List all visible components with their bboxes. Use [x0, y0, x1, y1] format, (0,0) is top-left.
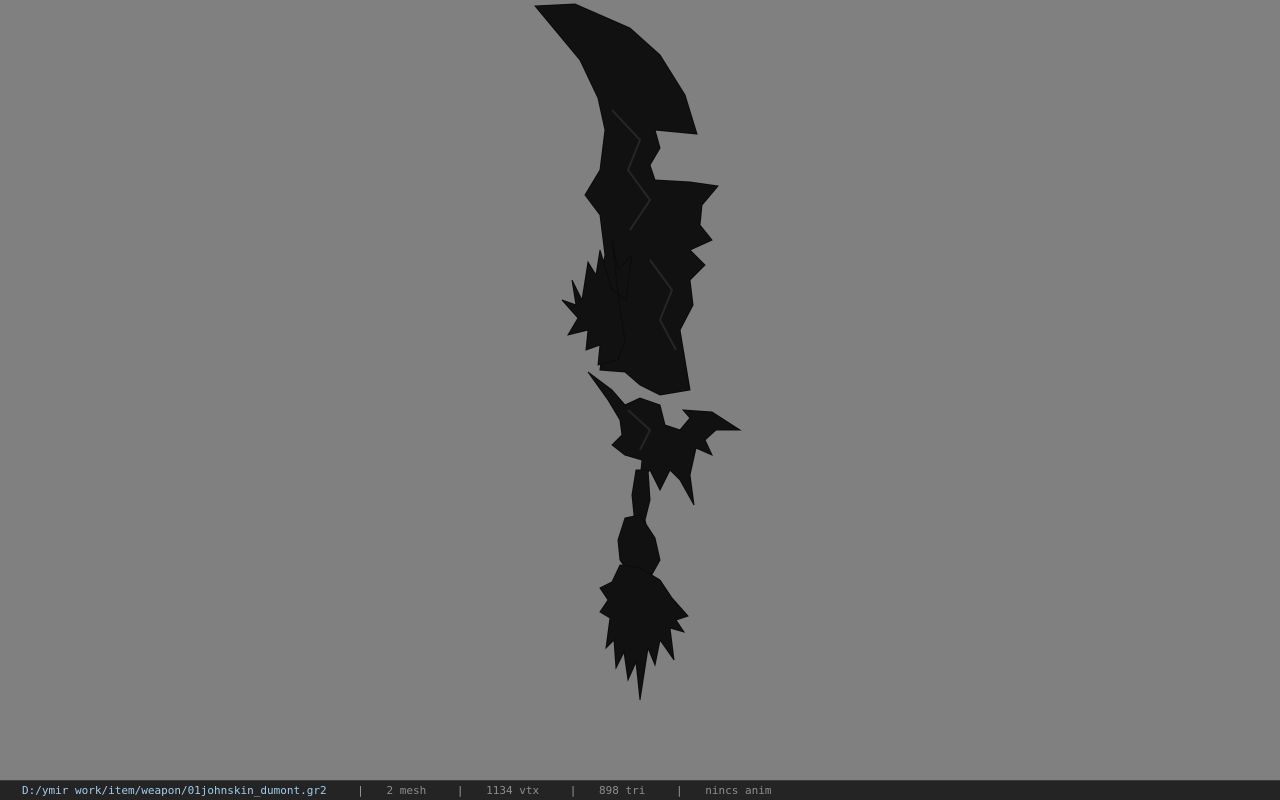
separator: | [569, 784, 577, 797]
triangle-count: 898 tri [599, 784, 646, 797]
separator: | [357, 784, 364, 797]
file-path: D:/ymir work/item/weapon/01johnskin_dumo… [22, 784, 327, 797]
vertex-count: 1134 vtx [486, 784, 540, 797]
separator: | [456, 784, 464, 797]
weapon-model [533, 3, 742, 701]
blade-tip [533, 3, 719, 396]
model-viewport[interactable] [0, 0, 1280, 780]
separator: | [675, 784, 683, 797]
mesh-count: 2 mesh [386, 784, 427, 797]
tassel [599, 564, 689, 701]
status-bar: D:/ymir work/item/weapon/01johnskin_dumo… [0, 780, 1280, 800]
animation-status: nincs anim [705, 784, 772, 797]
